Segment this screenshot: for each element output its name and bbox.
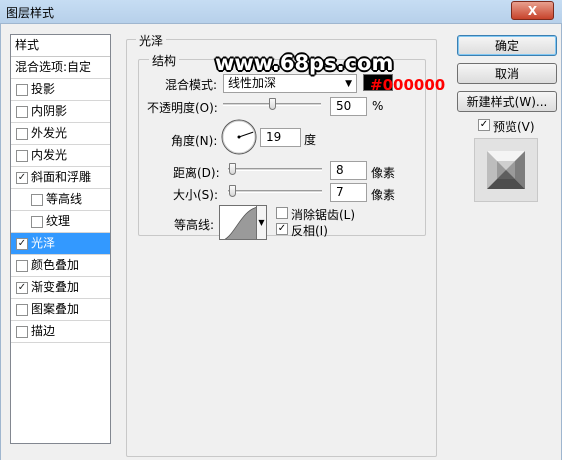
ok-button[interactable]: 确定 [457, 35, 557, 56]
style-checkbox[interactable] [16, 304, 28, 316]
invert-label: 反相(I) [291, 224, 328, 238]
new-style-button[interactable]: 新建样式(W)... [457, 91, 557, 112]
style-checkbox[interactable] [16, 150, 28, 162]
style-list-item-label: 光泽 [31, 236, 56, 250]
contour-curve-icon [224, 207, 256, 239]
style-list-item-label: 等高线 [46, 192, 83, 206]
distance-slider-thumb[interactable] [229, 163, 236, 175]
style-checkbox[interactable] [16, 106, 28, 118]
style-list-item-label: 纹理 [46, 214, 71, 228]
preview-label: 预览(V) [493, 120, 535, 134]
new-style-button-label: 新建样式(W)... [466, 95, 548, 109]
contour-dropdown[interactable]: ▼ [257, 205, 267, 240]
style-checkbox[interactable] [16, 326, 28, 338]
angle-unit: 度 [304, 133, 317, 147]
chevron-down-icon: ▼ [345, 79, 352, 89]
distance-input[interactable]: 8 [330, 161, 367, 180]
preview-checkbox[interactable]: ✓ [478, 119, 490, 131]
size-label: 大小(S): [173, 188, 219, 202]
style-list-item[interactable]: 外发光 [11, 123, 110, 145]
style-list-item-label: 投影 [31, 82, 56, 96]
style-list-item-label: 颜色叠加 [31, 258, 80, 272]
style-list-item[interactable]: 等高线 [11, 189, 110, 211]
style-list-item[interactable]: 颜色叠加 [11, 255, 110, 277]
satin-group-title: 光泽 [136, 32, 167, 49]
style-list-item[interactable]: ✓ 斜面和浮雕 [11, 167, 110, 189]
structure-group-title: 结构 [149, 52, 180, 69]
style-checkbox[interactable] [16, 260, 28, 272]
style-list-item[interactable]: 内发光 [11, 145, 110, 167]
size-unit: 像素 [371, 188, 396, 202]
opacity-unit: % [372, 99, 384, 113]
close-button[interactable]: X [511, 1, 554, 20]
check-icon: ✓ [17, 172, 27, 183]
style-checkbox[interactable]: ✓ [16, 282, 28, 294]
style-list-item-label: 渐变叠加 [31, 280, 80, 294]
chevron-down-icon: ▼ [258, 218, 265, 227]
style-checkbox[interactable] [16, 128, 28, 140]
window-title: 图层样式 [6, 6, 55, 20]
style-list-item[interactable]: 纹理 [11, 211, 110, 233]
check-icon: ✓ [277, 223, 287, 234]
title-bar: 图层样式 X [0, 0, 562, 24]
style-list-item-label: 描边 [31, 324, 56, 338]
style-list-item[interactable]: 图案叠加 [11, 299, 110, 321]
style-list-item[interactable]: 描边 [11, 321, 110, 343]
opacity-slider-thumb[interactable] [269, 98, 276, 110]
angle-input[interactable]: 19 [260, 128, 301, 147]
distance-unit: 像素 [371, 166, 396, 180]
style-list-item-label: 图案叠加 [31, 302, 80, 316]
ok-button-label: 确定 [494, 39, 519, 53]
opacity-input[interactable]: 50 [330, 97, 367, 116]
size-slider-thumb[interactable] [229, 185, 236, 197]
opacity-label: 不透明度(O): [147, 101, 218, 115]
cancel-button-label: 取消 [494, 67, 519, 81]
style-checkbox[interactable] [31, 216, 43, 228]
style-list-item[interactable]: ✓ 渐变叠加 [11, 277, 110, 299]
style-list-item[interactable]: 投影 [11, 79, 110, 101]
style-checkbox[interactable]: ✓ [16, 238, 28, 250]
check-icon: ✓ [17, 238, 27, 249]
style-list-item[interactable]: ✓ 光泽 [11, 233, 110, 255]
contour-preview[interactable] [219, 205, 257, 240]
distance-label: 距离(D): [173, 166, 220, 180]
style-list-item[interactable]: 内阴影 [11, 101, 110, 123]
color-annotation: #000000 [370, 76, 446, 94]
style-list-item-label: 内阴影 [31, 104, 68, 118]
blend-mode-select[interactable]: 线性加深 ▼ [223, 74, 357, 93]
dialog-body: 样式 混合选项:自定 投影内阴影外发光内发光 ✓ 斜面和浮雕等高线纹理 ✓ 光泽颜色叠加… [0, 24, 562, 460]
distance-slider-track[interactable] [228, 168, 322, 171]
check-icon: ✓ [479, 119, 489, 130]
style-checkbox[interactable] [16, 84, 28, 96]
cancel-button[interactable]: 取消 [457, 63, 557, 84]
style-list: 样式 混合选项:自定 投影内阴影外发光内发光 ✓ 斜面和浮雕等高线纹理 ✓ 光泽颜色叠加… [10, 34, 111, 444]
size-slider-track[interactable] [228, 190, 322, 193]
style-checkbox[interactable]: ✓ [16, 172, 28, 184]
angle-dial[interactable] [220, 118, 258, 156]
blend-mode-label: 混合模式: [165, 78, 218, 92]
check-icon: ✓ [17, 282, 27, 293]
bevel-preview-thumbnail [475, 139, 537, 201]
watermark-text: www.68ps.com [215, 51, 394, 75]
antialias-checkbox[interactable] [276, 207, 288, 219]
blend-options-item[interactable]: 混合选项:自定 [11, 57, 110, 79]
invert-checkbox[interactable]: ✓ [276, 223, 288, 235]
style-preview [474, 138, 538, 202]
blend-mode-value: 线性加深 [228, 76, 277, 90]
style-list-item-label: 外发光 [31, 126, 68, 140]
close-icon: X [527, 3, 538, 18]
size-input[interactable]: 7 [330, 183, 367, 202]
style-list-item-label: 内发光 [31, 148, 68, 162]
angle-label: 角度(N): [171, 134, 218, 148]
contour-label: 等高线: [174, 218, 215, 232]
antialias-label: 消除锯齿(L) [291, 208, 356, 222]
style-list-header[interactable]: 样式 [11, 35, 110, 57]
blend-options-label: 混合选项:自定 [15, 60, 92, 74]
style-checkbox[interactable] [31, 194, 43, 206]
style-list-item-label: 斜面和浮雕 [31, 170, 92, 184]
